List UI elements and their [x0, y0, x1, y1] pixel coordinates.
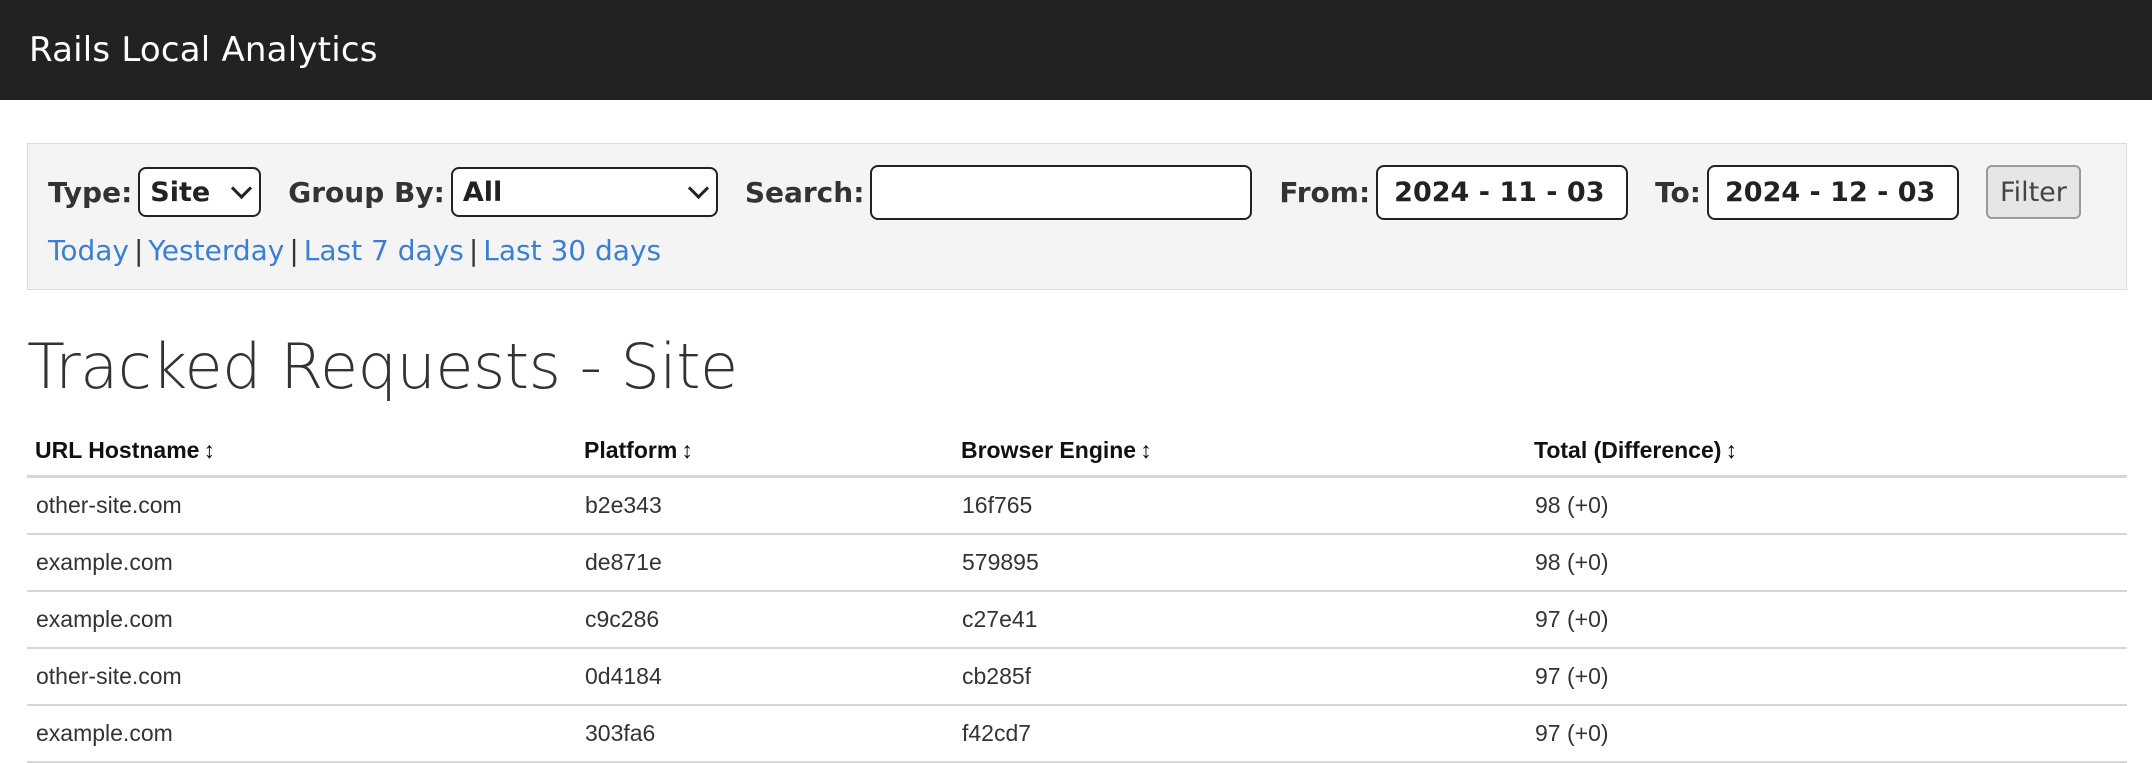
- column-header-total-difference[interactable]: Total (Difference) ↕: [1526, 425, 2127, 478]
- from-label: From:: [1279, 175, 1371, 209]
- separator: |: [289, 233, 299, 267]
- link-today[interactable]: Today: [48, 234, 129, 267]
- link-last-7-days[interactable]: Last 7 days: [304, 234, 464, 267]
- group-by-select[interactable]: All: [450, 167, 718, 217]
- cell-platform: c9c286: [576, 591, 953, 649]
- cell-total: 98 (+0): [1526, 534, 2127, 592]
- top-navbar: Rails Local Analytics: [0, 0, 2152, 100]
- separator: |: [133, 233, 144, 267]
- column-header-url-hostname[interactable]: URL Hostname ↕: [27, 425, 576, 478]
- link-yesterday[interactable]: Yesterday: [148, 234, 284, 267]
- table-row: other-site.com 0d4184 cb285f 97 (+0): [27, 648, 2127, 706]
- cell-platform: 303fa6: [576, 705, 953, 763]
- separator: |: [468, 233, 479, 267]
- cell-browser-engine: f42cd7: [953, 705, 1526, 763]
- cell-url-hostname: other-site.com: [27, 648, 576, 706]
- column-header-browser-engine[interactable]: Browser Engine ↕: [953, 425, 1526, 478]
- type-select-value: Site: [150, 176, 211, 208]
- filter-button[interactable]: Filter: [1986, 165, 2081, 219]
- cell-browser-engine: c27e41: [953, 591, 1526, 649]
- to-date-input[interactable]: 2024 - 12 - 03: [1707, 164, 1959, 220]
- cell-total: 97 (+0): [1526, 648, 2127, 706]
- table-header-row: URL Hostname ↕ Platform ↕ Browser Engine ↕ …: [27, 425, 2127, 478]
- from-date-input[interactable]: 2024 - 11 - 03: [1376, 164, 1629, 220]
- sort-icon: ↕: [1725, 436, 1737, 463]
- sort-icon: ↕: [681, 436, 693, 463]
- filter-panel: Type: Site Group By: All Search: From: 2…: [27, 143, 2127, 290]
- search-input[interactable]: [870, 164, 1253, 220]
- cell-platform: de871e: [576, 534, 953, 592]
- tracked-requests-table: URL Hostname ↕ Platform ↕ Browser Engine ↕ …: [27, 425, 2127, 763]
- table-row: example.com c9c286 c27e41 97 (+0): [27, 591, 2127, 649]
- filter-row: Type: Site Group By: All Search: From: 2…: [48, 164, 2081, 220]
- chevron-down-icon: [687, 177, 709, 199]
- sort-icon: ↕: [203, 436, 215, 463]
- search-label: Search:: [744, 175, 865, 209]
- quick-range-links: Today | Yesterday | Last 7 days | Last 3…: [48, 230, 661, 270]
- cell-browser-engine: cb285f: [953, 648, 1526, 706]
- table-row: other-site.com b2e343 16f765 98 (+0): [27, 476, 2127, 535]
- type-select[interactable]: Site: [138, 167, 262, 217]
- cell-platform: b2e343: [576, 476, 953, 535]
- cell-url-hostname: example.com: [27, 591, 576, 649]
- to-date-value: 2024 - 12 - 03: [1725, 176, 1936, 208]
- cell-url-hostname: other-site.com: [27, 476, 576, 535]
- cell-url-hostname: example.com: [27, 705, 576, 763]
- to-label: To:: [1655, 175, 1701, 209]
- group-by-select-value: All: [462, 176, 503, 208]
- cell-url-hostname: example.com: [27, 534, 576, 592]
- column-header-platform[interactable]: Platform ↕: [576, 425, 953, 478]
- cell-total: 97 (+0): [1526, 591, 2127, 649]
- table-row: example.com de871e 579895 98 (+0): [27, 534, 2127, 592]
- cell-browser-engine: 16f765: [953, 476, 1526, 535]
- table-row: example.com 303fa6 f42cd7 97 (+0): [27, 705, 2127, 763]
- cell-platform: 0d4184: [576, 648, 953, 706]
- app-title[interactable]: Rails Local Analytics: [29, 30, 378, 70]
- type-label: Type:: [48, 175, 133, 209]
- cell-total: 97 (+0): [1526, 705, 2127, 763]
- group-by-label: Group By:: [288, 175, 445, 209]
- cell-total: 98 (+0): [1526, 476, 2127, 535]
- page-title: Tracked Requests - Site: [27, 330, 738, 403]
- chevron-down-icon: [231, 177, 253, 199]
- cell-browser-engine: 579895: [953, 534, 1526, 592]
- from-date-value: 2024 - 11 - 03: [1394, 176, 1605, 208]
- link-last-30-days[interactable]: Last 30 days: [483, 234, 661, 267]
- sort-icon: ↕: [1140, 436, 1152, 463]
